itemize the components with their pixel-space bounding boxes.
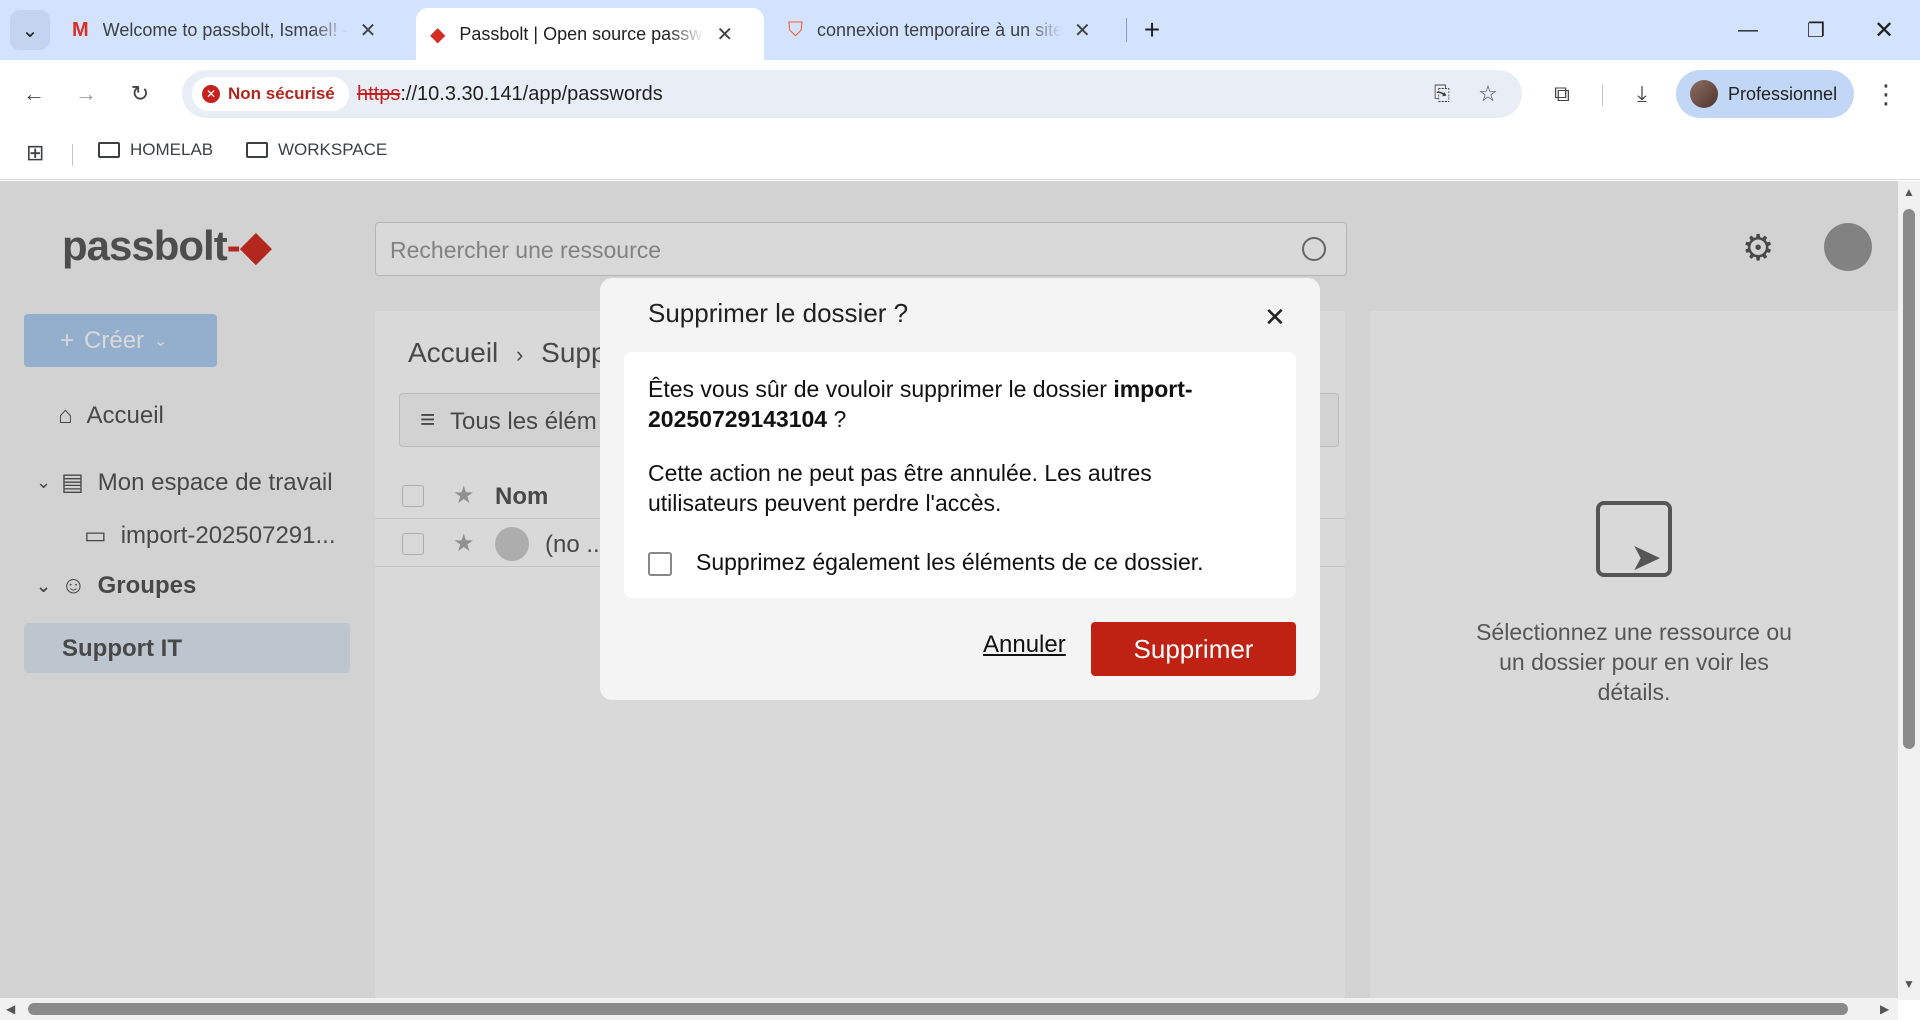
close-tab-icon[interactable]: ✕ — [360, 18, 377, 43]
url-text[interactable]: https://10.3.30.141/app/passwords — [357, 83, 663, 106]
gmail-icon: M — [72, 18, 89, 41]
warning-text: Cette action ne peut pas être annulée. L… — [648, 460, 1152, 516]
tab-strip: ⌄ M Welcome to passbolt, Ismael! - ✕ ◆ P… — [0, 0, 1920, 60]
horizontal-scroll-thumb[interactable] — [28, 1003, 1848, 1015]
tab-passbolt[interactable]: ◆ Passbolt | Open source passwor ✕ — [416, 8, 764, 60]
bookmarks-bar: ⊞ HOMELAB WORKSPACE — [0, 128, 1920, 180]
bookmark-homelab[interactable]: HOMELAB — [98, 140, 213, 160]
passbolt-icon: ◆ — [430, 23, 446, 46]
delete-folder-dialog: Supprimer le dossier ? ✕ Êtes vous sûr d… — [600, 278, 1320, 700]
folder-icon — [246, 142, 268, 158]
security-label: Non sécurisé — [228, 84, 335, 103]
not-secure-icon: ✕ — [202, 85, 220, 103]
confirmation-question: Êtes vous sûr de vouloir supprimer le do… — [648, 374, 1268, 434]
dialog-title: Supprimer le dossier ? — [648, 298, 909, 328]
vertical-scrollbar[interactable]: ▲ ▼ — [1898, 181, 1920, 1000]
new-tab-button[interactable]: + — [1132, 10, 1172, 50]
reload-button[interactable]: ↻ — [120, 74, 160, 114]
menu-kebab-icon[interactable]: ⋮ — [1866, 74, 1906, 114]
toolbar-separator — [1602, 84, 1603, 106]
horizontal-scrollbar[interactable]: ◀ ▶ — [0, 998, 1898, 1020]
tab-title: Passbolt | Open source passwor — [459, 23, 705, 44]
profile-label: Professionnel — [1728, 83, 1838, 104]
close-window-button[interactable]: ✕ — [1864, 10, 1904, 50]
tab-title: Welcome to passbolt, Ismael! - — [102, 19, 348, 40]
download-icon[interactable]: ⤓ — [1622, 74, 1662, 114]
checkbox-label[interactable]: Supprimez également les éléments de ce d… — [696, 549, 1204, 576]
bookmark-separator — [72, 144, 73, 166]
tab-separator — [1126, 18, 1127, 42]
bookmark-label: HOMELAB — [130, 140, 214, 159]
delete-button[interactable]: Supprimer — [1091, 622, 1296, 676]
question-text: Êtes vous sûr de vouloir supprimer le do… — [648, 376, 1114, 402]
back-button[interactable]: ← — [14, 74, 54, 114]
dialog-body: Êtes vous sûr de vouloir supprimer le do… — [624, 352, 1296, 598]
close-icon[interactable]: ✕ — [1264, 302, 1286, 333]
url-rest: ://10.3.30.141/app/passwords — [400, 83, 663, 105]
profile-button[interactable]: Professionnel — [1676, 70, 1854, 118]
address-bar[interactable]: ✕ Non sécurisé https://10.3.30.141/app/p… — [182, 70, 1522, 118]
scroll-right-icon[interactable]: ▶ — [1880, 1002, 1889, 1016]
delete-contents-checkbox[interactable] — [648, 552, 672, 576]
folder-icon — [98, 142, 120, 158]
apps-grid-icon[interactable]: ⊞ — [26, 140, 44, 166]
close-tab-icon[interactable]: ✕ — [716, 22, 733, 47]
tab-brave[interactable]: ⛉ connexion temporaire à un site ✕ — [774, 8, 1105, 52]
scroll-left-icon[interactable]: ◀ — [6, 1002, 15, 1016]
scroll-up-icon[interactable]: ▲ — [1903, 185, 1915, 199]
restore-button[interactable]: ❐ — [1796, 10, 1836, 50]
translate-icon[interactable]: ⎘ — [1422, 74, 1462, 114]
close-tab-icon[interactable]: ✕ — [1074, 18, 1091, 43]
question-suffix: ? — [827, 406, 847, 432]
tab-gmail[interactable]: M Welcome to passbolt, Ismael! - ✕ — [58, 8, 390, 52]
extensions-icon[interactable]: ⧉ — [1542, 74, 1582, 114]
url-scheme: https — [357, 83, 401, 105]
browser-toolbar: ← → ↻ ✕ Non sécurisé https://10.3.30.141… — [0, 60, 1920, 128]
bookmark-workspace[interactable]: WORKSPACE — [246, 140, 387, 160]
tab-title: connexion temporaire à un site — [817, 19, 1062, 40]
vertical-scroll-thumb[interactable] — [1903, 209, 1915, 749]
cancel-button[interactable]: Annuler — [983, 631, 1066, 659]
bookmark-label: WORKSPACE — [278, 140, 388, 159]
security-indicator[interactable]: ✕ Non sécurisé — [192, 77, 349, 111]
profile-avatar — [1690, 80, 1718, 108]
brave-icon: ⛉ — [788, 18, 803, 41]
forward-button[interactable]: → — [66, 74, 106, 114]
scroll-down-icon[interactable]: ▼ — [1903, 977, 1915, 991]
minimize-button[interactable]: — — [1728, 10, 1768, 50]
tab-search-button[interactable]: ⌄ — [10, 10, 50, 50]
bookmark-star-icon[interactable]: ☆ — [1468, 74, 1508, 114]
